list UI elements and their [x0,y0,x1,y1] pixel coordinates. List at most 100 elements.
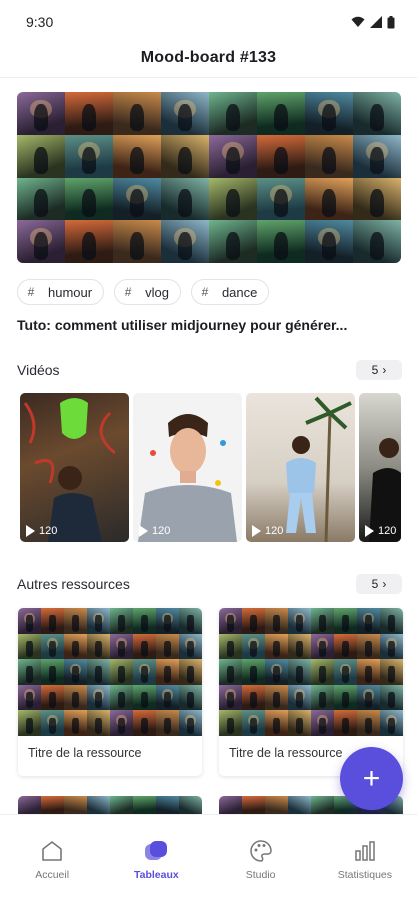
video-card[interactable]: 120 [20,393,129,542]
artwork-tile [334,710,357,736]
artwork-tile [87,608,110,634]
artwork-tile [65,92,113,135]
video-thumbnail [286,396,352,542]
video-views: 120 [139,525,170,537]
artwork-tile [357,659,380,685]
artwork-tile [288,659,311,685]
artwork-tile [65,220,113,263]
artwork-tile [334,633,357,660]
artwork-tile [242,633,265,660]
artwork-tile [334,608,357,634]
artwork-tile [357,710,380,736]
artwork-tile [113,134,161,178]
nav-item-accueil[interactable]: Accueil [7,839,97,900]
artwork-tile [133,796,156,814]
artwork-tile [161,92,209,135]
artwork-tile [380,608,403,634]
hashtag-icon: # [124,285,132,299]
palette-icon [249,840,272,862]
resources-section-header: Autres ressources 5 › [17,573,402,595]
play-icon [139,525,148,537]
artwork-tile [209,220,257,263]
videos-section-title: Vidéos [17,362,60,378]
artwork-tile [156,633,179,660]
artwork-tile [18,659,41,685]
artwork-tile [357,608,380,634]
resource-thumbnail [219,608,403,736]
artwork-tile [64,633,87,660]
artwork-tile [64,796,87,814]
nav-item-statistiques[interactable]: Statistiques [320,839,410,900]
play-icon [365,525,374,537]
nav-item-studio[interactable]: Studio [216,839,306,900]
artwork-tile [242,608,265,634]
hashtag-icon: # [27,285,35,299]
status-bar: 9:30 [0,0,417,44]
artwork-tile [41,659,64,685]
artwork-tile [87,633,110,660]
artwork-tile [353,220,401,263]
resource-card[interactable] [18,796,202,814]
artwork-tile [288,684,311,711]
artwork-tile [17,220,65,263]
artwork-tile [288,796,311,814]
resources-see-all-button[interactable]: 5 › [356,574,402,594]
artwork-tile [87,796,110,814]
artwork-tile [380,659,403,685]
artwork-tile [305,220,353,263]
artwork-tile [41,710,64,736]
artwork-tile [65,177,113,221]
video-thumbnail [369,438,401,542]
artwork-tile [311,710,334,736]
artwork-tile [110,633,133,660]
videos-see-all-button[interactable]: 5 › [356,360,402,380]
artwork-tile [242,796,265,814]
video-card[interactable]: 120 [246,393,355,542]
nav-label: Tableaux [134,869,179,881]
tag-chip[interactable]: # vlog [114,279,181,305]
artwork-tile [219,684,242,711]
nav-label: Studio [245,869,276,881]
artwork-tile [257,134,305,178]
artwork-tile [110,608,133,634]
video-card[interactable]: 120 [133,393,242,542]
artwork-tile [18,608,41,634]
artwork-tile [179,710,202,736]
artwork-tile [242,659,265,685]
video-thumbnail [23,398,116,542]
artwork-tile [179,659,202,685]
artwork-tile [257,92,305,135]
play-icon [26,525,35,537]
video-card[interactable]: 120 [359,393,401,542]
artwork-tile [133,608,156,634]
artwork-tile [288,633,311,660]
battery-icon [387,15,395,28]
artwork-tile [87,659,110,685]
artwork-tile [219,659,242,685]
add-button[interactable]: + [340,747,403,810]
board-description: Tuto: comment utiliser midjourney pour g… [17,317,348,333]
video-list[interactable]: 120 120 120 120 [20,393,401,542]
artwork-tile [334,684,357,711]
resource-title: Titre de la ressource [28,746,142,760]
tag-chip[interactable]: # dance [190,279,270,305]
nav-label: Accueil [35,869,70,881]
artwork-tile [133,710,156,736]
artwork-tile [380,633,403,660]
content-scroll[interactable]: # humour # vlog # dance Tuto: comment ut… [0,79,417,814]
resource-list: Titre de la ressource Titre de la ressou… [18,608,403,776]
artwork-tile [311,633,334,660]
resource-card[interactable]: Titre de la ressource [18,608,202,776]
artwork-tile [133,659,156,685]
moodboard-cover[interactable] [17,92,401,263]
resource-list-next-row [18,796,403,814]
artwork-tile [41,608,64,634]
artwork-tile [305,177,353,221]
artwork-tile [156,659,179,685]
artwork-tile [161,177,209,221]
home-icon [42,841,62,861]
nav-item-tableaux[interactable]: Tableaux [111,839,201,900]
artwork-tile [357,633,380,660]
tag-chip[interactable]: # humour [17,279,105,305]
video-thumbnail [138,414,237,542]
